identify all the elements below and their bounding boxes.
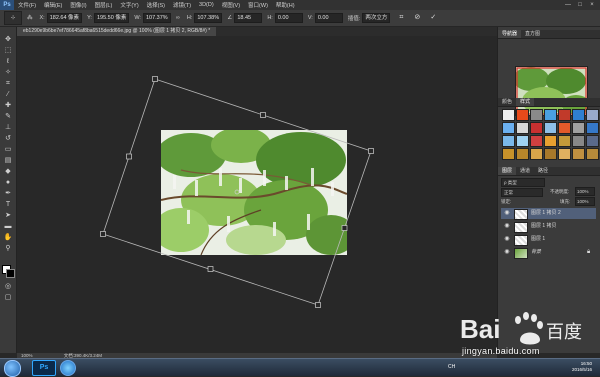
lock-label: 锁定: (501, 199, 512, 204)
style-swatch[interactable] (516, 148, 529, 160)
layer-row[interactable]: ◉ 背景 🔒︎ (501, 247, 596, 259)
watermark-url: jingyan.baidu.com (462, 346, 540, 356)
tab-channels[interactable]: 通道 (516, 168, 534, 174)
style-swatch[interactable] (586, 109, 599, 121)
transform-handle-bottom-left (100, 231, 106, 237)
style-swatch[interactable] (516, 135, 529, 147)
fill-field[interactable]: 100% (575, 197, 595, 206)
style-swatch[interactable] (544, 148, 557, 160)
style-swatch[interactable] (558, 135, 571, 147)
style-swatch[interactable] (544, 109, 557, 121)
transform-handle-bottom-right (315, 302, 321, 308)
layer-name: 图层 1 (531, 236, 546, 242)
tab-histogram[interactable]: 直方图 (521, 31, 544, 37)
layer-name: 图层 1 拷贝 2 (531, 210, 561, 216)
transform-handle-top (260, 112, 266, 118)
layer-name: 图层 1 拷贝 (531, 223, 557, 229)
transform-handle-bottom (207, 266, 214, 272)
layers-panel-header: 图层 通道 路径 (498, 167, 600, 176)
visibility-eye-icon[interactable]: ◉ (503, 221, 511, 232)
style-swatch[interactable] (558, 109, 571, 121)
layer-name: 背景 (531, 249, 542, 255)
svg-text:百度: 百度 (546, 322, 582, 343)
style-swatch[interactable] (502, 148, 515, 160)
layer-kind-filter[interactable]: ρ 类型 (501, 178, 545, 187)
language-indicator[interactable]: CH (448, 364, 455, 370)
style-swatch[interactable] (572, 109, 585, 121)
visibility-eye-icon[interactable]: ◉ (503, 234, 511, 245)
svg-text:Bai: Bai (460, 314, 500, 344)
style-swatch[interactable] (572, 135, 585, 147)
layer-row[interactable]: ◉ 图层 1 拷贝 (501, 221, 596, 233)
start-button[interactable] (4, 360, 21, 377)
opacity-field[interactable]: 100% (575, 187, 595, 196)
style-swatch[interactable] (530, 109, 543, 121)
style-swatch[interactable] (544, 122, 557, 134)
tab-color[interactable]: 颜色 (498, 99, 516, 105)
lock-icon: 🔒︎ (587, 249, 591, 255)
style-swatch[interactable] (502, 109, 515, 121)
tab-navigator[interactable]: 导航器 (498, 30, 522, 38)
style-swatch[interactable] (530, 148, 543, 160)
layer-row[interactable]: ◉ 图层 1 (501, 234, 596, 246)
tab-layers[interactable]: 图层 (498, 167, 517, 175)
style-swatch[interactable] (544, 135, 557, 147)
layer-thumbnail (514, 248, 528, 259)
style-swatch[interactable] (586, 122, 599, 134)
transform-handle-left (126, 153, 132, 160)
blend-mode-select[interactable]: 正常 (501, 188, 543, 197)
system-clock[interactable]: 16:50 2016/5/16 (572, 361, 592, 373)
transform-handle-right (341, 225, 348, 231)
style-swatch[interactable] (586, 135, 599, 147)
style-swatch[interactable] (530, 122, 543, 134)
style-swatch[interactable] (586, 148, 599, 160)
style-swatch[interactable] (502, 135, 515, 147)
fill-label: 填充: (560, 199, 571, 204)
style-swatch[interactable] (572, 148, 585, 160)
taskbar-browser-icon[interactable] (60, 360, 76, 376)
layer-row[interactable]: ◉ 图层 1 拷贝 2 (501, 208, 596, 220)
transform-handle-top-left (152, 76, 158, 82)
navigator-panel-header: 导航器 直方图 (498, 30, 600, 39)
style-swatch[interactable] (502, 122, 515, 134)
style-swatch[interactable] (516, 122, 529, 134)
layer-thumbnail (514, 222, 528, 233)
right-panel-dock: 导航器 直方图 颜色 样式 图层 通道 路径 ρ 类型 正常 不透明度: 100… (497, 27, 600, 353)
layer-thumbnail (514, 209, 528, 220)
layer-thumbnail (514, 235, 528, 246)
style-swatch[interactable] (558, 122, 571, 134)
tab-styles[interactable]: 样式 (516, 98, 535, 106)
transform-handle-top-right (368, 148, 374, 154)
style-swatch[interactable] (558, 148, 571, 160)
visibility-eye-icon[interactable]: ◉ (503, 208, 511, 219)
opacity-label: 不透明度: (550, 189, 570, 194)
transform-center-point (234, 189, 240, 195)
style-swatch[interactable] (530, 135, 543, 147)
visibility-eye-icon[interactable]: ◉ (503, 247, 511, 258)
tab-paths[interactable]: 路径 (534, 168, 552, 174)
style-swatch[interactable] (572, 122, 585, 134)
styles-panel-header: 颜色 样式 (498, 98, 600, 107)
clock-date: 2016/5/16 (571, 367, 592, 372)
style-swatch[interactable] (516, 109, 529, 121)
windows-taskbar: Ps CH 16:50 2016/5/16 (0, 358, 600, 377)
taskbar-photoshop[interactable]: Ps (32, 360, 56, 376)
